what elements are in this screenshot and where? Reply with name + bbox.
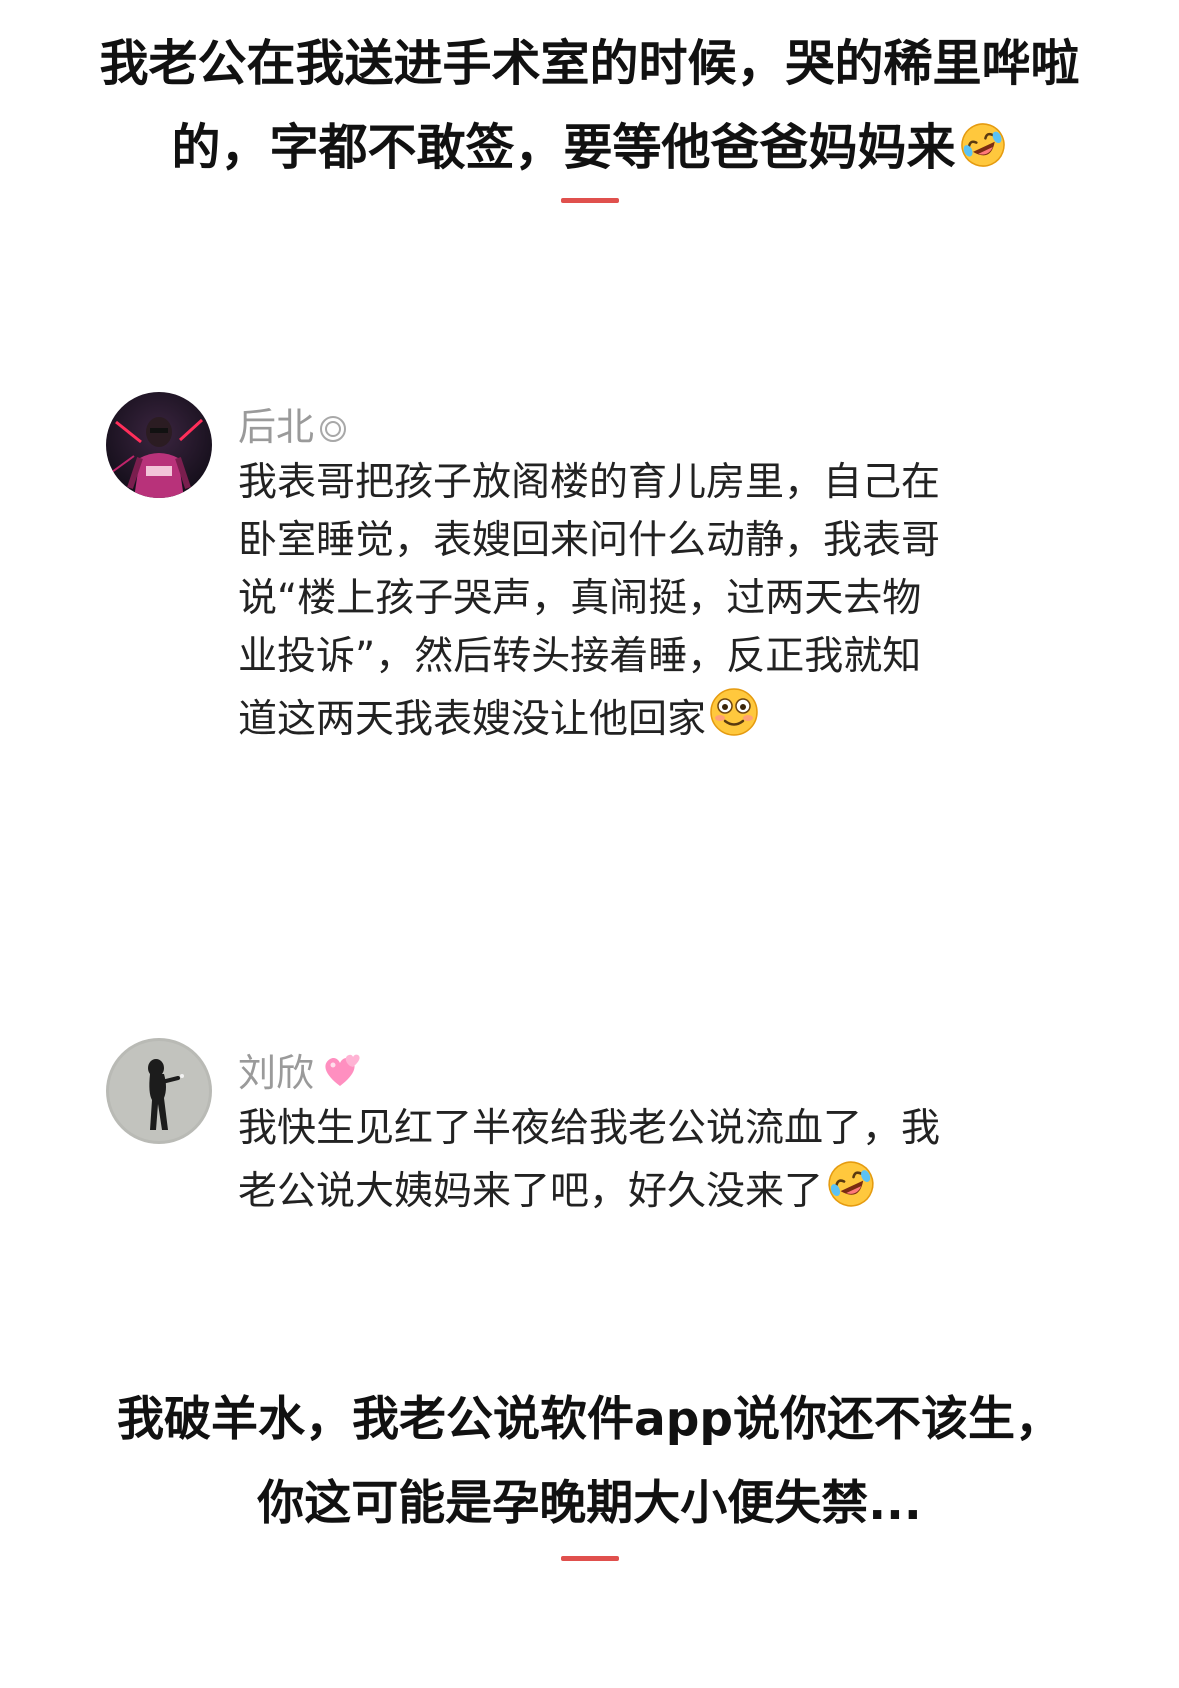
- heading-bottom-line-2: 你这可能是孕晚期大小便失禁...: [257, 1476, 922, 1531]
- comment-card: 刘欣 我快生见红了半夜给我老公说流血了，我 老公说大姨妈来了吧，好久没来了: [106, 1038, 1066, 1218]
- avatar[interactable]: [106, 1038, 212, 1144]
- rofl-emoji-icon: [958, 112, 1008, 196]
- comment-text: 我快生见红了半夜给我老公说流血了，我 老公说大姨妈来了吧，好久没来了: [238, 1100, 1038, 1227]
- comment-line-last: 道这两天我表嫂没让他回家: [238, 686, 1038, 755]
- heading-bottom-line-1: 我破羊水，我老公说软件app说你还不该生，: [116, 1392, 1062, 1447]
- username-text: 刘欣: [238, 1051, 315, 1095]
- post-heading-bottom: 我破羊水，我老公说软件app说你还不该生， 你这可能是孕晚期大小便失禁...: [0, 1378, 1179, 1546]
- divider-top: [561, 198, 619, 203]
- comment-line: 说“楼上孩子哭声，真闹挺，过两天去物: [238, 576, 922, 621]
- comment-line-text: 老公说大姨妈来了吧，好久没来了: [238, 1169, 824, 1214]
- comment-line: 我表哥把孩子放阁楼的育儿房里，自己在: [238, 460, 941, 505]
- comment-line: 卧室睡觉，表嫂回来问什么动静，我表哥: [238, 518, 941, 563]
- username[interactable]: 后北: [238, 396, 348, 453]
- comment-line: 业投诉”，然后转头接着睡，反正我就知: [238, 634, 922, 679]
- comment-line-text: 道这两天我表嫂没让他回家: [238, 697, 707, 742]
- comment-text: 我表哥把孩子放阁楼的育儿房里，自己在 卧室睡觉，表嫂回来问什么动静，我表哥 说“…: [238, 454, 1038, 755]
- username[interactable]: 刘欣: [238, 1042, 362, 1099]
- comment-card: 后北 我表哥把孩子放阁楼的育儿房里，自己在 卧室睡觉，表嫂回来问什么动静，我表哥…: [106, 392, 1066, 752]
- post-heading-top: 我老公在我送进手术室的时候，哭的稀里哗啦 的，字都不敢签，要等他爸爸妈妈来: [0, 22, 1179, 196]
- flushed-smile-emoji-icon: [708, 686, 760, 755]
- circle-badge-icon: [318, 409, 348, 453]
- avatar[interactable]: [106, 392, 212, 498]
- rofl-emoji-icon: [825, 1158, 877, 1227]
- heading-top-line-2-text: 的，字都不敢签，要等他爸爸妈妈来: [171, 119, 956, 176]
- divider-bottom: [561, 1556, 619, 1561]
- username-text: 后北: [238, 405, 315, 449]
- heading-top-line-1: 我老公在我送进手术室的时候，哭的稀里哗啦: [99, 35, 1080, 92]
- comment-line: 我快生见红了半夜给我老公说流血了，我: [238, 1106, 941, 1151]
- comment-line-last: 老公说大姨妈来了吧，好久没来了: [238, 1158, 1038, 1227]
- heading-top-line-2: 的，字都不敢签，要等他爸爸妈妈来: [0, 106, 1179, 196]
- pink-hearts-icon: [318, 1050, 362, 1099]
